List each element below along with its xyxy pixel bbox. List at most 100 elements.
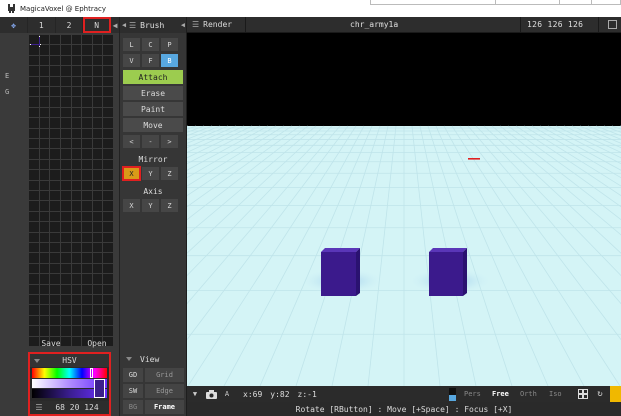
frame-toggle[interactable]: Frame xyxy=(145,400,184,414)
palette-cell[interactable] xyxy=(92,180,103,190)
palette-cell[interactable] xyxy=(29,86,39,97)
move-button[interactable]: Move xyxy=(123,118,183,132)
palette-cell[interactable] xyxy=(92,222,103,232)
palette-cell[interactable] xyxy=(71,97,82,107)
palette-cell[interactable] xyxy=(92,294,103,305)
palette-cell[interactable] xyxy=(39,294,50,305)
palette-cell[interactable] xyxy=(50,222,60,232)
palette-cell[interactable] xyxy=(92,190,103,201)
reset-camera-icon[interactable]: ↻ xyxy=(592,386,608,402)
palette-cell[interactable] xyxy=(50,180,60,190)
palette-cell[interactable] xyxy=(50,45,60,55)
palette-cell[interactable] xyxy=(60,201,71,211)
palette-cell[interactable] xyxy=(71,107,82,118)
palette-cell[interactable] xyxy=(71,305,82,315)
palette-cell[interactable] xyxy=(60,45,71,55)
palette-cell[interactable] xyxy=(39,326,50,336)
palette-cell[interactable] xyxy=(92,274,103,284)
palette-cell[interactable] xyxy=(60,149,71,159)
palette-cell[interactable] xyxy=(103,128,113,138)
palette-cell[interactable] xyxy=(71,263,82,274)
palette-cell[interactable] xyxy=(103,76,113,86)
palette-cell[interactable] xyxy=(71,201,82,211)
palette-cell[interactable] xyxy=(71,326,82,336)
palette-cell[interactable] xyxy=(60,138,71,149)
palette-cell[interactable] xyxy=(82,201,92,211)
projection-pers[interactable]: Pers xyxy=(464,390,481,398)
palette-cell[interactable] xyxy=(39,128,50,138)
palette-cell[interactable] xyxy=(92,86,103,97)
brush-pattern-button[interactable]: P xyxy=(161,38,178,51)
hsv-header[interactable]: HSV xyxy=(30,354,109,367)
palette-tab-2[interactable]: 2 xyxy=(56,17,84,33)
palette-cell[interactable] xyxy=(92,201,103,211)
palette-cell[interactable] xyxy=(92,45,103,55)
palette-cell[interactable] xyxy=(103,180,113,190)
palette-cell[interactable] xyxy=(29,315,39,326)
palette-grid[interactable] xyxy=(29,35,113,346)
nudge-reset-button[interactable]: - xyxy=(142,135,159,148)
palette-cell[interactable] xyxy=(50,190,60,201)
palette-cell[interactable] xyxy=(103,66,113,76)
palette-cell[interactable] xyxy=(50,76,60,86)
palette-cell[interactable] xyxy=(103,97,113,107)
palette-cell[interactable] xyxy=(29,128,39,138)
palette-cell[interactable] xyxy=(39,274,50,284)
palette-cell[interactable] xyxy=(103,253,113,263)
palette-cell[interactable] xyxy=(39,118,50,128)
palette-cell[interactable] xyxy=(71,128,82,138)
palette-cell[interactable] xyxy=(50,315,60,326)
view-header[interactable]: View xyxy=(120,352,187,366)
palette-cell[interactable] xyxy=(71,76,82,86)
palette-cell[interactable] xyxy=(29,45,39,55)
palette-cell[interactable] xyxy=(103,86,113,97)
hue-marker[interactable] xyxy=(90,368,93,378)
palette-cell[interactable] xyxy=(103,274,113,284)
palette-cell[interactable] xyxy=(71,118,82,128)
palette-cell[interactable] xyxy=(60,274,71,284)
render-menu-icon[interactable]: ☰ xyxy=(192,20,199,29)
palette-cell[interactable] xyxy=(82,86,92,97)
palette-cell[interactable] xyxy=(60,305,71,315)
palette-cell[interactable] xyxy=(60,284,71,294)
palette-cell[interactable] xyxy=(82,97,92,107)
axis-y-button[interactable]: Y xyxy=(142,199,159,212)
palette-cell[interactable] xyxy=(103,170,113,180)
palette-cell[interactable] xyxy=(50,138,60,149)
collapse-triangle-icon[interactable] xyxy=(126,357,132,361)
render-tab[interactable]: Render xyxy=(203,20,232,29)
brush-line-button[interactable]: L xyxy=(123,38,140,51)
palette-cell[interactable] xyxy=(92,138,103,149)
palette-cell[interactable] xyxy=(39,284,50,294)
palette-collapse-icon[interactable]: ◀ xyxy=(111,17,119,33)
palette-cell[interactable] xyxy=(39,190,50,201)
palette-cell[interactable] xyxy=(39,86,50,97)
projection-free[interactable]: Free xyxy=(492,390,509,398)
palette-cell[interactable] xyxy=(29,180,39,190)
palette-cell[interactable] xyxy=(29,97,39,107)
camera-icon[interactable] xyxy=(203,386,219,402)
palette-cell[interactable] xyxy=(82,253,92,263)
palette-cell[interactable] xyxy=(103,305,113,315)
paint-button[interactable]: Paint xyxy=(123,102,183,116)
palette-cell[interactable] xyxy=(29,159,39,170)
brush-face-button[interactable]: F xyxy=(142,54,159,67)
palette-cell[interactable] xyxy=(50,284,60,294)
palette-cell[interactable] xyxy=(50,159,60,170)
palette-cell[interactable] xyxy=(50,86,60,97)
palette-cell[interactable] xyxy=(60,35,71,45)
palette-cell[interactable] xyxy=(39,138,50,149)
palette-cell[interactable] xyxy=(60,55,71,66)
palette-cell[interactable] xyxy=(71,274,82,284)
palette-cell[interactable] xyxy=(50,35,60,45)
palette-cell[interactable] xyxy=(92,107,103,118)
palette-tab-n[interactable]: N xyxy=(83,17,112,33)
palette-cell[interactable] xyxy=(50,294,60,305)
edge-toggle[interactable]: Edge xyxy=(145,384,184,398)
palette-cell[interactable] xyxy=(92,211,103,222)
palette-cell[interactable] xyxy=(50,97,60,107)
nudge-right-button[interactable]: > xyxy=(161,135,178,148)
palette-cell[interactable] xyxy=(82,263,92,274)
palette-cell[interactable] xyxy=(82,211,92,222)
palette-cell[interactable] xyxy=(39,263,50,274)
